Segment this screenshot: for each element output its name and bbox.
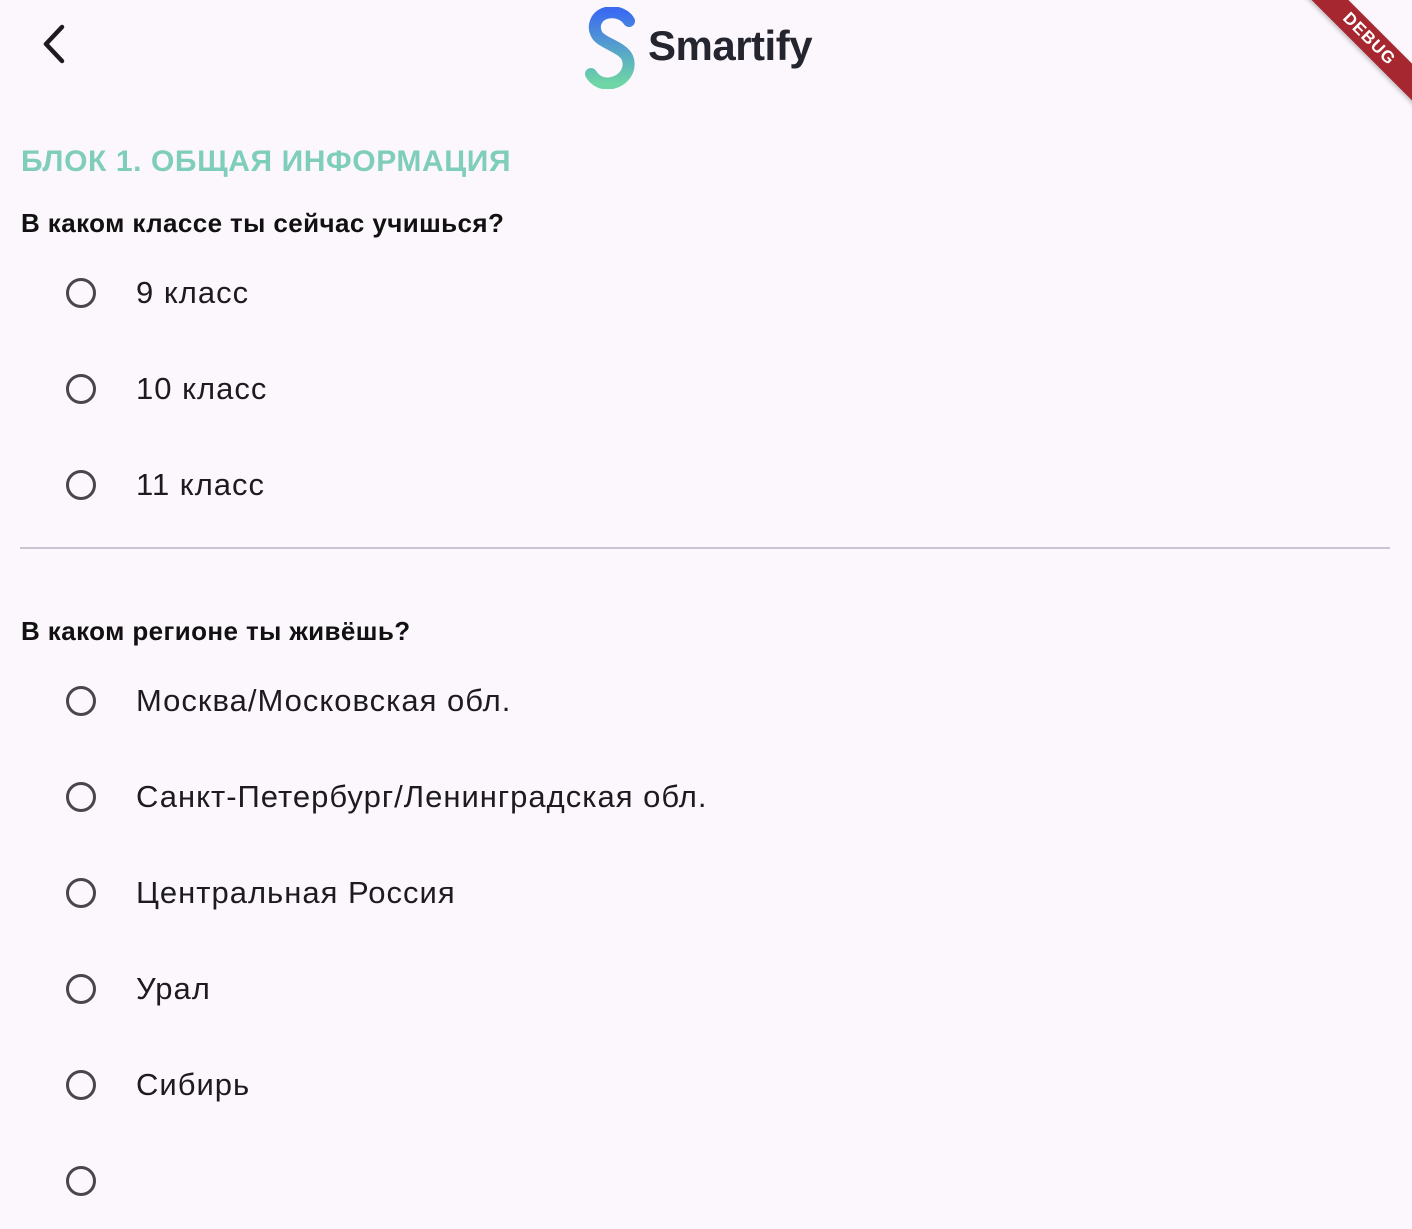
- option-region-ural[interactable]: Урал: [0, 941, 1412, 1037]
- radio-button[interactable]: [66, 878, 96, 908]
- radio-button[interactable]: [66, 686, 96, 716]
- option-grade-9[interactable]: 9 класс: [0, 245, 1412, 341]
- logo-text: Smartify: [648, 22, 813, 69]
- option-region-siberia[interactable]: Сибирь: [0, 1037, 1412, 1133]
- option-label: Урал: [136, 971, 211, 1006]
- grade-options: 9 класс 10 класс 11 класс: [0, 245, 1412, 533]
- option-label: Центральная Россия: [136, 875, 456, 910]
- radio-button[interactable]: [66, 470, 96, 500]
- question-region: В каком регионе ты живёшь?: [21, 616, 411, 646]
- smartify-logo-icon: [585, 7, 635, 89]
- radio-button[interactable]: [66, 278, 96, 308]
- chevron-left-icon: [43, 24, 65, 64]
- debug-label: DEBUG: [1299, 0, 1412, 109]
- radio-button[interactable]: [66, 974, 96, 1004]
- radio-button[interactable]: [66, 1070, 96, 1100]
- back-button[interactable]: [26, 16, 82, 72]
- option-label: 10 класс: [136, 371, 268, 406]
- region-options: Москва/Московская обл. Санкт-Петербург/Л…: [0, 653, 1412, 1229]
- option-region-central[interactable]: Центральная Россия: [0, 845, 1412, 941]
- radio-button[interactable]: [66, 1166, 96, 1196]
- option-region-spb[interactable]: Санкт-Петербург/Ленинградская обл.: [0, 749, 1412, 845]
- question-grade: В каком классе ты сейчас учишься?: [21, 208, 505, 238]
- option-label: Москва/Московская обл.: [136, 683, 512, 718]
- debug-banner: DEBUG: [1292, 0, 1412, 120]
- option-grade-10[interactable]: 10 класс: [0, 341, 1412, 437]
- block-title: БЛОК 1. ОБЩАЯ ИНФОРМАЦИЯ: [21, 145, 512, 178]
- option-label: 11 класс: [136, 467, 266, 502]
- radio-button[interactable]: [66, 374, 96, 404]
- option-label: 9 класс: [136, 275, 250, 310]
- option-label: Санкт-Петербург/Ленинградская обл.: [136, 779, 708, 814]
- option-region-moscow[interactable]: Москва/Московская обл.: [0, 653, 1412, 749]
- radio-button[interactable]: [66, 782, 96, 812]
- divider: [20, 547, 1390, 549]
- option-region-partial[interactable]: [0, 1133, 1412, 1229]
- option-label: Сибирь: [136, 1067, 251, 1102]
- option-grade-11[interactable]: 11 класс: [0, 437, 1412, 533]
- app-logo: Smartify: [584, 6, 813, 90]
